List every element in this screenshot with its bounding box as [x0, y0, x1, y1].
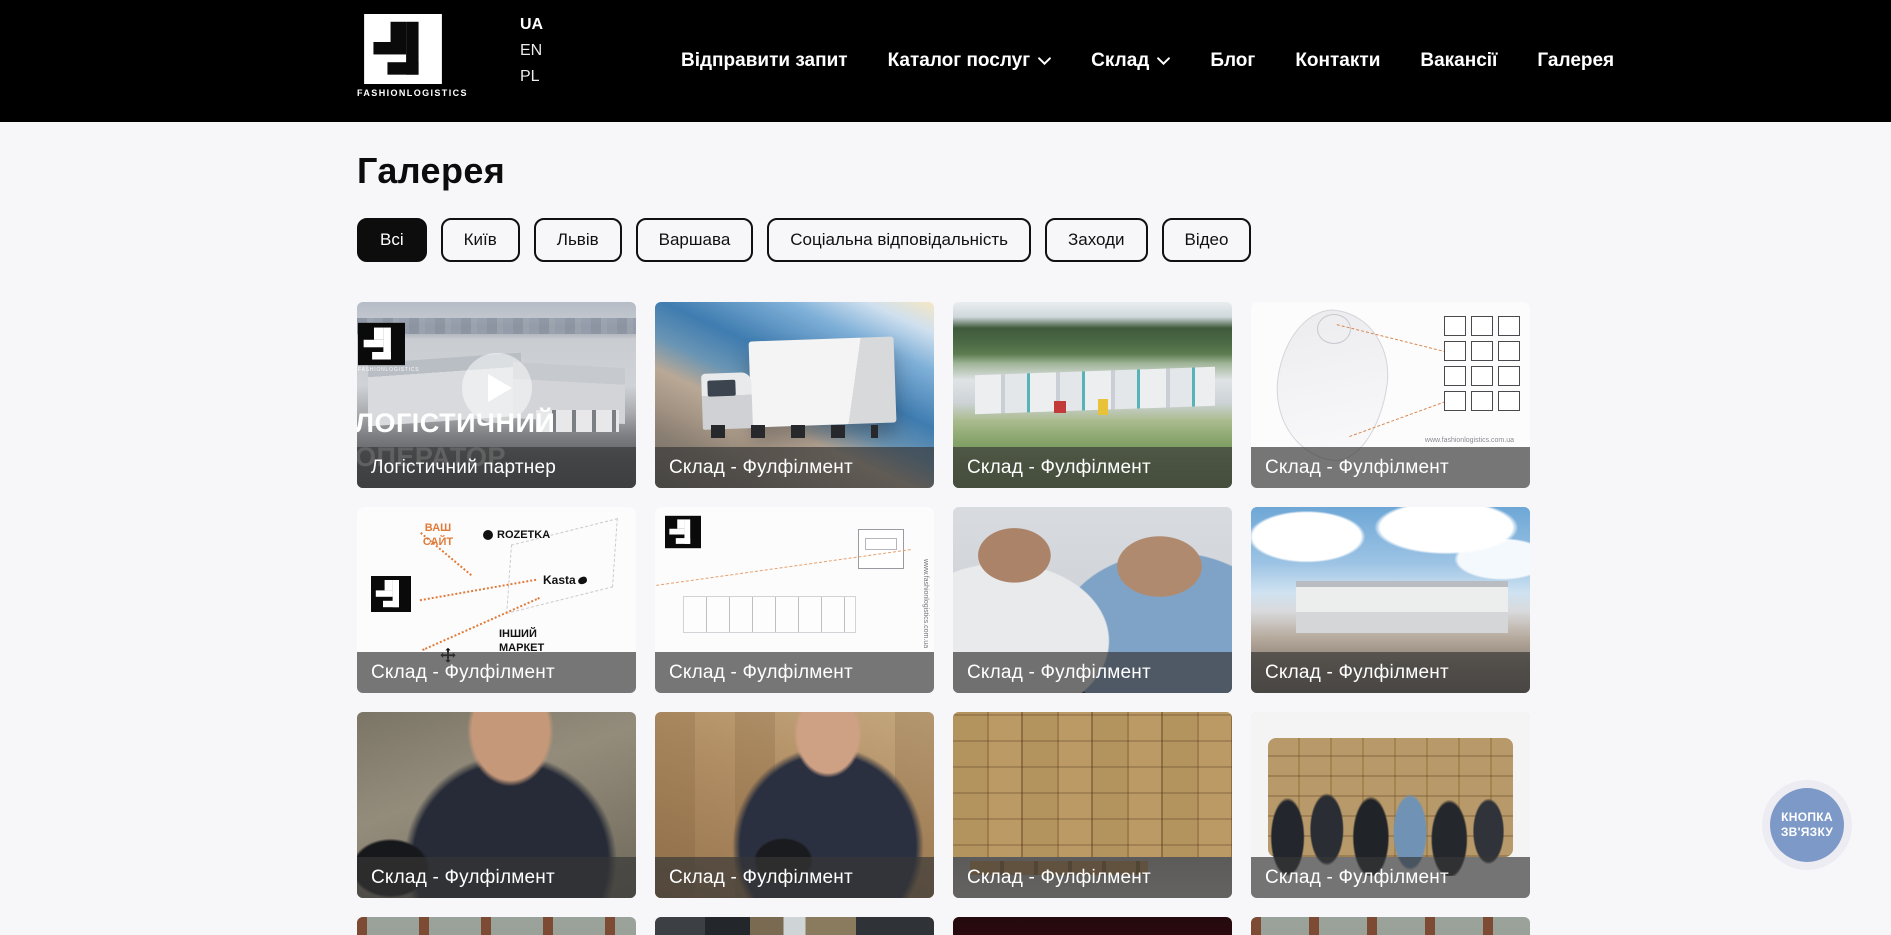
lang-ua[interactable]: UA: [520, 16, 543, 34]
chevron-down-icon: [1157, 57, 1170, 65]
gallery-item[interactable]: Склад - Фулфілмент: [1251, 507, 1530, 693]
gallery-item-caption: Склад - Фулфілмент: [357, 652, 636, 693]
gallery-item-caption: Склад - Фулфілмент: [953, 652, 1232, 693]
filter-kyiv[interactable]: Київ: [441, 218, 520, 262]
gallery-item[interactable]: [953, 917, 1232, 935]
nav-label: Контакти: [1295, 50, 1380, 72]
nav-contacts[interactable]: Контакти: [1295, 50, 1380, 72]
nav-label: Вакансії: [1420, 50, 1497, 72]
header: FASHIONLOGISTICS UA EN PL Відправити зап…: [0, 0, 1891, 122]
lang-pl[interactable]: PL: [520, 68, 543, 86]
page-title: Галерея: [357, 150, 505, 192]
photo-warehouse-racks-strip: [357, 917, 636, 935]
nav-gallery[interactable]: Галерея: [1537, 50, 1614, 72]
sketch-shelving-rows: [683, 596, 856, 633]
box-diagram-grid: [1444, 316, 1520, 411]
website-note-vertical: www.fashionlogistics.com.ua: [922, 559, 929, 648]
label-rozetka: ROZETKA: [483, 529, 550, 541]
warehouse-roofs: [975, 367, 1215, 414]
fl-logo-icon: [371, 575, 411, 613]
gallery-item[interactable]: Склад - Фулфілмент: [953, 507, 1232, 693]
gallery-item-caption: Склад - Фулфілмент: [1251, 857, 1530, 898]
logo[interactable]: FASHIONLOGISTICS: [357, 14, 449, 98]
nav-send-request[interactable]: Відправити запит: [681, 50, 848, 72]
nav-label: Блог: [1210, 50, 1255, 72]
nav-blog[interactable]: Блог: [1210, 50, 1255, 72]
play-icon: [488, 374, 512, 402]
photo-racks-person-strip: [1251, 917, 1530, 935]
gallery-item[interactable]: [357, 917, 636, 935]
main-nav: Відправити запит Каталог послуг Склад Бл…: [681, 0, 1614, 122]
sketch-computer: [858, 529, 904, 569]
label-your-site: ВАШ САЙТ: [415, 521, 461, 550]
lang-en[interactable]: EN: [520, 42, 543, 60]
overlay-line: ЛОГІСТИЧНИЙ: [357, 406, 555, 440]
gallery-item-caption: Склад - Фулфілмент: [953, 857, 1232, 898]
fl-watermark: FASHIONLOGISTICS: [358, 322, 405, 373]
fl-logo-icon: [665, 515, 701, 549]
nav-vacancies[interactable]: Вакансії: [1420, 50, 1497, 72]
truck-trailer: [748, 337, 896, 428]
chevron-down-icon: [1038, 57, 1051, 65]
warehouse-building: [1296, 581, 1508, 633]
photo-dark-red-scene-strip: [953, 917, 1232, 935]
filter-events[interactable]: Заходи: [1045, 218, 1148, 262]
website-note: www.fashionlogistics.com.ua: [1425, 437, 1514, 444]
fl-logo-icon: [358, 322, 405, 366]
gallery-item[interactable]: ВАШ САЙТ ROZETKA Kasta ІНШИЙ МАРКЕТ Скла…: [357, 507, 636, 693]
nav-warehouse[interactable]: Склад: [1091, 50, 1170, 72]
gallery-item[interactable]: Склад - Фулфілмент: [953, 302, 1232, 488]
gallery-item[interactable]: Склад - Фулфілмент: [1251, 712, 1530, 898]
gallery-item[interactable]: [1251, 917, 1530, 935]
gallery-page: FASHIONLOGISTICS UA EN PL Відправити зап…: [0, 0, 1891, 935]
nav-label: Галерея: [1537, 50, 1614, 72]
gallery-item[interactable]: Склад - Фулфілмент: [953, 712, 1232, 898]
gallery-grid: FASHIONLOGISTICS ЛОГІСТИЧНИЙ ОПЕРАТОР Ло…: [357, 302, 1530, 935]
gallery-item[interactable]: www.fashionlogistics.com.ua Склад - Фулф…: [655, 507, 934, 693]
brand-wordmark: FASHIONLOGISTICS: [357, 88, 449, 98]
gallery-item-caption: Логістичний партнер: [357, 447, 636, 488]
gallery-item-caption: Склад - Фулфілмент: [357, 857, 636, 898]
filter-lviv[interactable]: Львів: [534, 218, 622, 262]
nav-label: Відправити запит: [681, 50, 848, 72]
filter-bar: Всі Київ Львів Варшава Соціальна відпові…: [357, 218, 1251, 262]
nav-label: Склад: [1091, 50, 1149, 72]
gallery-item[interactable]: Склад - Фулфілмент: [655, 712, 934, 898]
truck-cab: [701, 372, 753, 430]
worker-sketch-head: [1317, 314, 1351, 344]
nav-services-catalog[interactable]: Каталог послуг: [888, 50, 1052, 72]
gallery-item-caption: Склад - Фулфілмент: [655, 447, 934, 488]
fl-logo-icon: [363, 14, 443, 84]
building-accent: [1098, 399, 1108, 415]
filter-warsaw[interactable]: Варшава: [636, 218, 754, 262]
gallery-item[interactable]: [655, 917, 934, 935]
truck-wheels: [711, 425, 878, 438]
contact-button-label: ЗВ'ЯЗКУ: [1781, 825, 1833, 840]
label-kasta: Kasta: [543, 573, 587, 587]
gallery-item-caption: Склад - Фулфілмент: [1251, 652, 1530, 693]
contact-button-inner: КНОПКА ЗВ'ЯЗКУ: [1770, 788, 1844, 862]
gallery-item-caption: Склад - Фулфілмент: [655, 652, 934, 693]
gallery-item-caption: Склад - Фулфілмент: [953, 447, 1232, 488]
contact-button[interactable]: КНОПКА ЗВ'ЯЗКУ: [1762, 780, 1852, 870]
language-switcher: UA EN PL: [520, 16, 543, 86]
contact-button-label: КНОПКА: [1781, 810, 1833, 825]
watermark-wordmark: FASHIONLOGISTICS: [358, 367, 405, 373]
gallery-item[interactable]: Склад - Фулфілмент: [357, 712, 636, 898]
gallery-item[interactable]: Склад - Фулфілмент: [655, 302, 934, 488]
filter-social-responsibility[interactable]: Соціальна відповідальність: [767, 218, 1031, 262]
photo-worker-boxes-strip: [655, 917, 934, 935]
filter-video[interactable]: Відео: [1162, 218, 1252, 262]
gallery-item-video[interactable]: FASHIONLOGISTICS ЛОГІСТИЧНИЙ ОПЕРАТОР Ло…: [357, 302, 636, 488]
filter-all[interactable]: Всі: [357, 218, 427, 262]
gallery-item-caption: Склад - Фулфілмент: [1251, 447, 1530, 488]
nav-label: Каталог послуг: [888, 50, 1031, 72]
gallery-item[interactable]: www.fashionlogistics.com.ua Склад - Фулф…: [1251, 302, 1530, 488]
gallery-item-caption: Склад - Фулфілмент: [655, 857, 934, 898]
